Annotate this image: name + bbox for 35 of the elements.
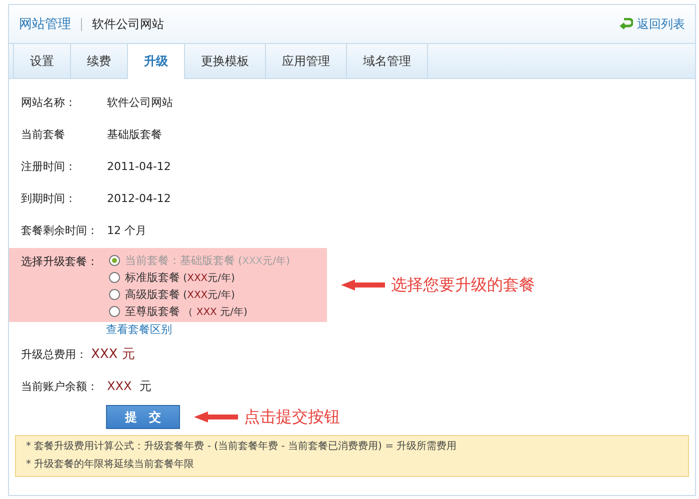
back-link[interactable]: 返回列表 — [619, 16, 685, 32]
note-text: * 套餐升级费用计算公式：升级套餐年费 - (当前套餐年费 - 当前套餐已消费费用) = 升级所需费用 — [26, 440, 458, 454]
field-value: 2012-04-12 — [107, 192, 171, 204]
field-value: 基础版套餐 — [107, 126, 162, 142]
total-amount: XXX 元 — [91, 346, 135, 363]
field-label: 升级总费用： — [21, 346, 88, 362]
field-value: 软件公司网站 — [107, 94, 173, 110]
return-arrow-icon — [619, 18, 633, 30]
tab[interactable]: 域名管理 — [346, 44, 428, 78]
field-label: 当前账户余额： — [21, 378, 99, 394]
field-label: 选择升级套餐： — [21, 254, 99, 270]
field-label: 到期时间： — [21, 190, 77, 206]
arrow-icon — [194, 411, 238, 423]
annotation-text: 点击提交按钮 — [244, 406, 340, 428]
tab[interactable]: 设置 — [13, 44, 70, 78]
field-value: 12 个月 — [107, 222, 146, 238]
tab[interactable]: 应用管理 — [265, 44, 346, 78]
plan-option[interactable]: 至尊版套餐 （ XXX 元/年) — [109, 303, 290, 320]
compare-plans-link[interactable]: 查看套餐区别 — [106, 322, 172, 338]
section-title: 网站管理 — [19, 16, 71, 33]
plan-option[interactable]: 标准版套餐 (XXX元/年) — [109, 269, 290, 286]
field-label: 网站名称： — [21, 94, 77, 110]
arrow-icon — [341, 279, 385, 291]
submit-button[interactable]: 提 交 — [106, 405, 180, 429]
field-label: 当前套餐 — [21, 126, 66, 142]
site-name: 软件公司网站 — [92, 16, 164, 32]
note-text: * 升级套餐的年限将延续当前套餐年限 — [26, 458, 196, 472]
tab[interactable]: 升级 — [127, 44, 184, 79]
field-label: 套餐剩余时间： — [21, 222, 99, 238]
field-value: 2011-04-12 — [107, 160, 171, 172]
balance-amount: XXX 元 — [107, 378, 152, 394]
tab[interactable]: 更换模板 — [184, 44, 265, 78]
plan-option[interactable]: 高级版套餐 (XXX元/年) — [109, 286, 290, 303]
annotation-text: 选择您要升级的套餐 — [391, 274, 535, 296]
field-label: 注册时间： — [21, 158, 77, 174]
